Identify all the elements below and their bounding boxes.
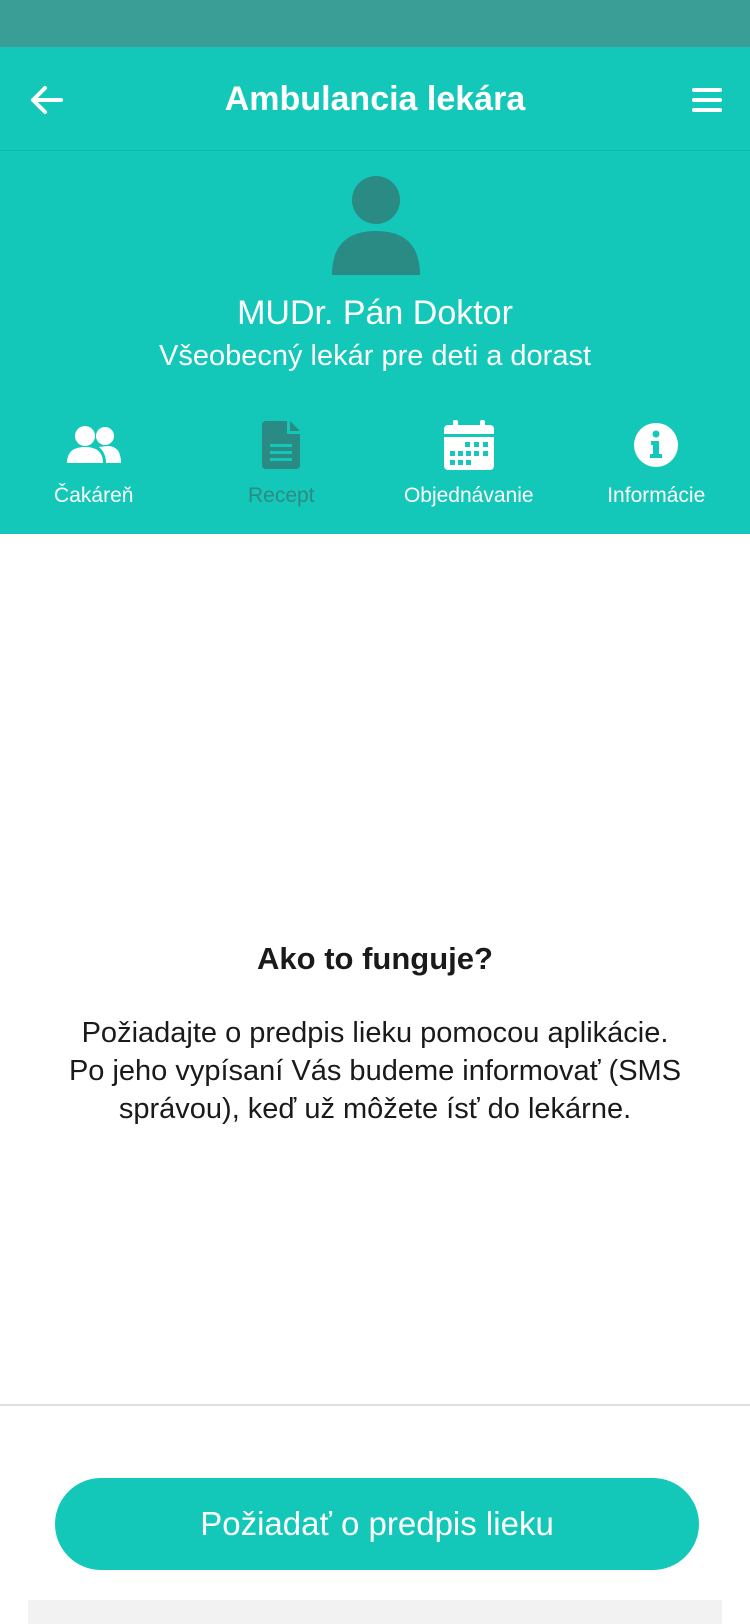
tab-label: Objednávanie [403,484,534,507]
menu-button[interactable] [682,75,732,125]
calendar-icon [443,420,494,470]
tab-informacie[interactable]: Informácie [563,419,750,519]
bottom-strip [28,1600,722,1624]
tab-bar: Čakáreň Recept Objednávanie Informácie [0,419,750,519]
tab-recept[interactable]: Recept [188,419,376,519]
doctor-specialty: Všeobecný lekár pre deti a dorast [158,340,592,372]
tab-label: Recept [247,484,315,507]
document-icon [262,421,301,469]
info-text: Požiadajte o predpis lieku pomocou aplik… [68,1017,682,1125]
tab-objednavanie[interactable]: Objednávanie [375,419,563,519]
tab-label: Čakáreň [54,484,134,507]
tab-cakaren[interactable]: Čakáreň [0,419,188,519]
person-icon [332,176,420,275]
request-prescription-button[interactable]: Požiadať o predpis lieku [55,1478,699,1570]
hamburger-menu-icon [692,88,722,112]
info-title: Ako to funguje? [257,941,493,976]
status-bar [0,0,750,47]
doctor-profile: MUDr. Pán Doktor Všeobecný lekár pre det… [0,151,750,534]
info-icon [634,423,679,467]
app-bar: Ambulancia lekára [0,47,750,151]
doctor-name: MUDr. Pán Doktor [237,294,513,332]
page-title: Ambulancia lekára [224,80,526,118]
bottom-action-area: Požiadať o predpis lieku [0,1406,750,1624]
recept-content: Ako to funguje? Požiadajte o predpis lie… [0,534,750,1404]
tab-label: Informácie [607,484,706,507]
people-icon [66,426,121,463]
